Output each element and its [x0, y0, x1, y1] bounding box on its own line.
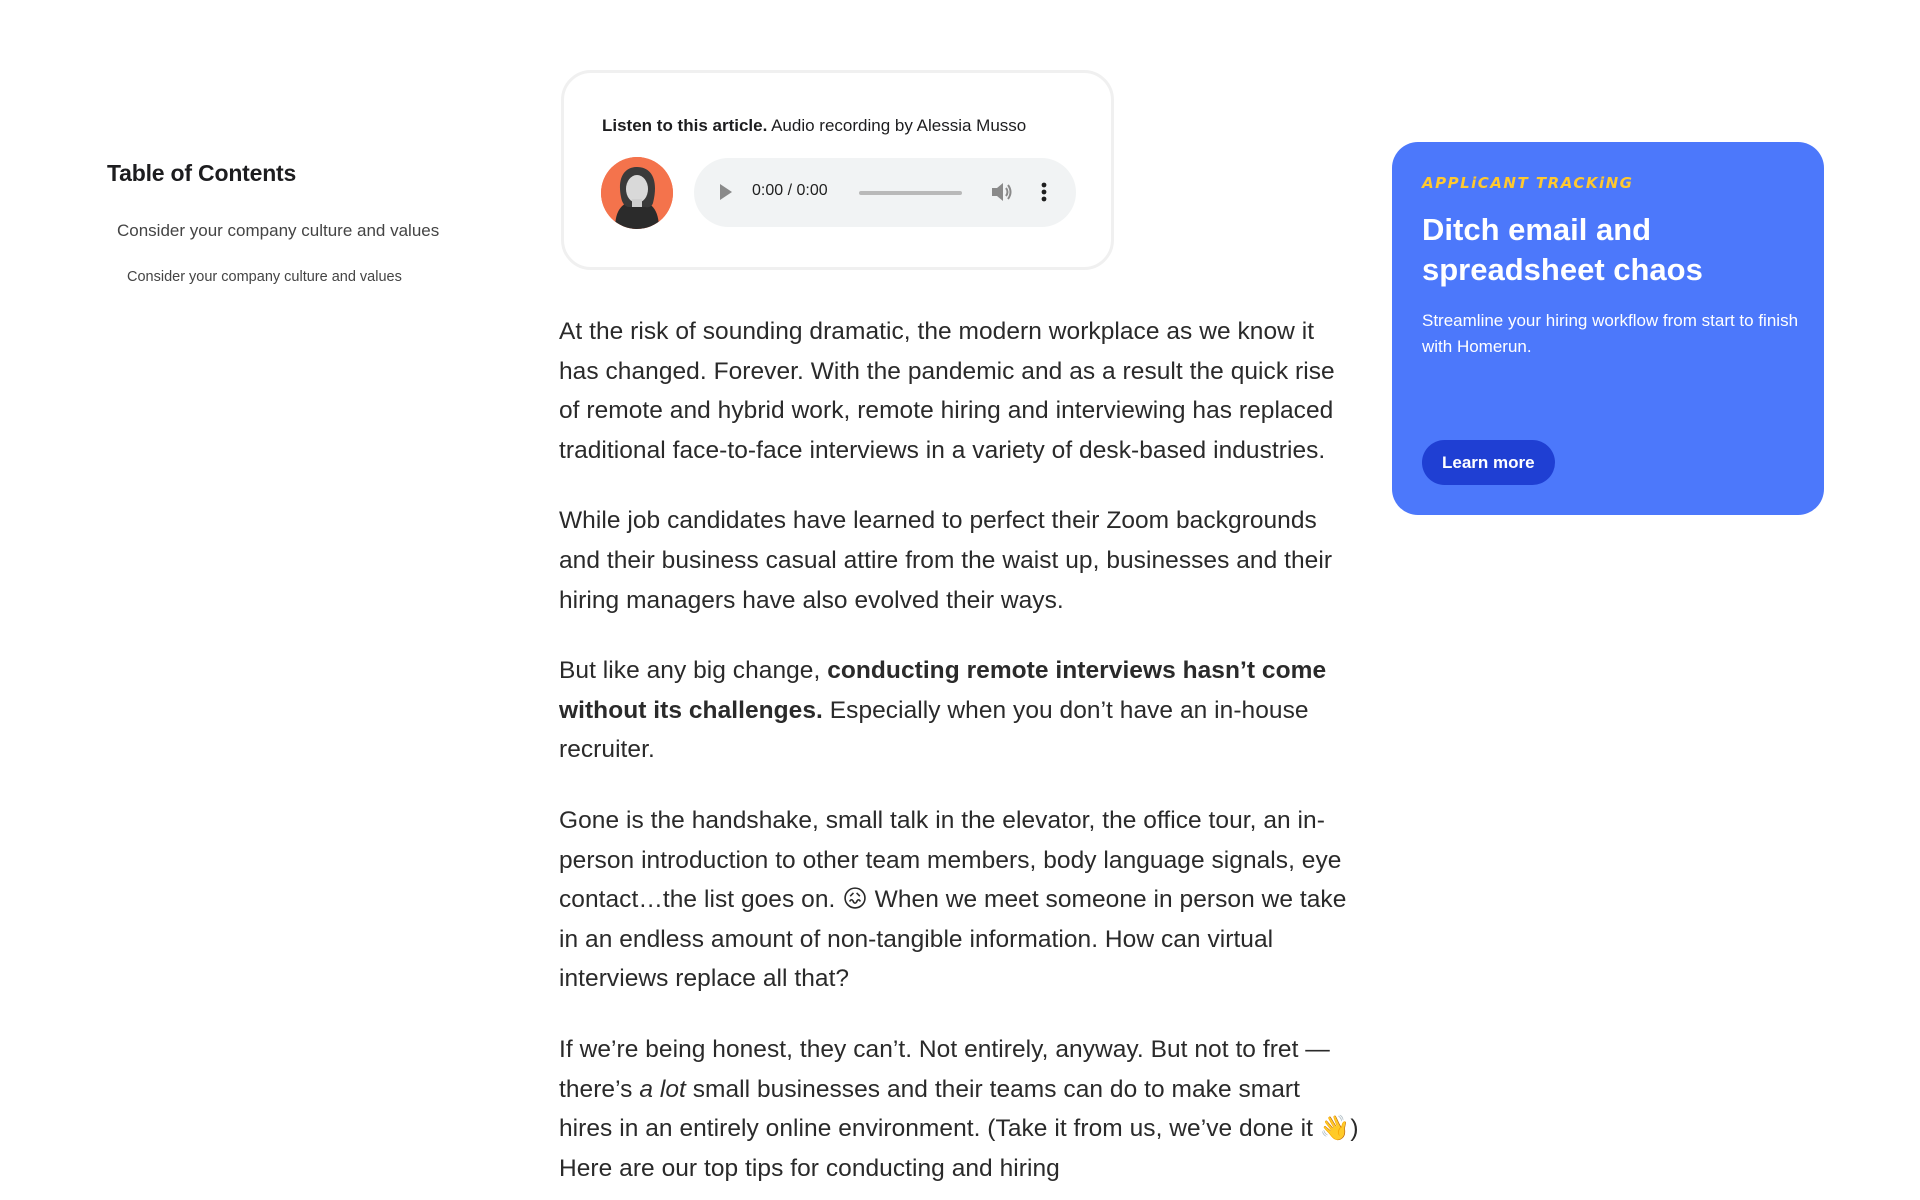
article-paragraph: While job candidates have learned to per…: [559, 507, 1333, 614]
promo-card: APPLiCANT TRACKiNG Ditch email and sprea…: [1392, 142, 1824, 515]
promo-kicker: APPLiCANT TRACKiNG: [1422, 174, 1634, 192]
volume-icon[interactable]: [990, 180, 1016, 204]
narrator-avatar: [601, 157, 673, 229]
toc-subitem[interactable]: Consider your company culture and values: [127, 269, 507, 285]
article-paragraph: If we’re being honest, they can’t. Not e…: [559, 1030, 1359, 1188]
article-paragraph: At the risk of sounding dramatic, the mo…: [559, 318, 1335, 464]
article-body: At the risk of sounding dramatic, the mo…: [559, 312, 1359, 1200]
audio-label: Listen to this article. Audio recording …: [602, 116, 1026, 136]
article-paragraph: Gone is the handshake, small talk in the…: [559, 801, 1359, 999]
audio-card: Listen to this article. Audio recording …: [561, 70, 1114, 270]
play-icon[interactable]: [720, 184, 732, 200]
audio-progress-bar[interactable]: [859, 191, 962, 195]
italic-text: a lot: [639, 1075, 686, 1103]
emoji: 😖: [842, 886, 868, 914]
audio-time: 0:00 / 0:00: [752, 182, 828, 199]
toc-item[interactable]: Consider your company culture and values: [117, 221, 507, 241]
audio-label-bold: Listen to this article.: [602, 116, 768, 135]
promo-subtitle: Streamline your hiring workflow from sta…: [1422, 311, 1799, 356]
paragraph-text: But like any big change,: [559, 657, 828, 685]
audio-player[interactable]: 0:00 / 0:00: [694, 158, 1076, 227]
learn-more-button[interactable]: Learn more: [1422, 440, 1555, 485]
article-paragraph: But like any big change, conducting remo…: [559, 651, 1359, 770]
toc-title: Table of Contents: [107, 160, 297, 186]
table-of-contents: Table of Contents Consider your company …: [107, 160, 507, 285]
audio-label-credit: Audio recording by Alessia Musso: [767, 116, 1027, 135]
promo-title: Ditch email and spreadsheet chaos: [1422, 212, 1703, 287]
narrator-portrait: [601, 157, 673, 229]
more-vert-icon[interactable]: [1039, 180, 1049, 204]
